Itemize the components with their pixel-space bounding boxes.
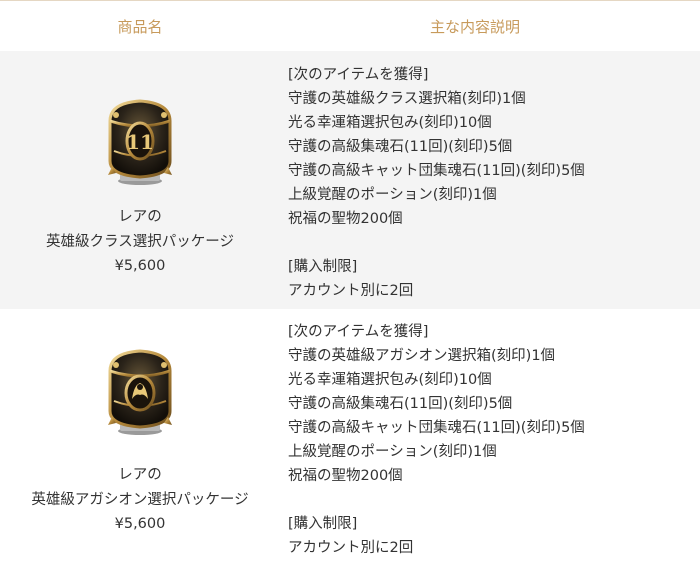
contents-heading: [次のアイテムを獲得] <box>288 324 429 340</box>
content-item: 光る幸運箱選択包み(刻印)10個 <box>288 372 492 388</box>
limit-heading: [購入制限] <box>288 259 358 275</box>
product-description-cell: [次のアイテムを獲得] 守護の英雄級クラス選択箱(刻印)1個 光る幸運箱選択包み… <box>280 51 700 309</box>
product-rarity: レアの <box>118 467 162 483</box>
content-item: 守護の英雄級アガシオン選択箱(刻印)1個 <box>288 348 556 364</box>
product-price: ¥5,600 <box>114 516 166 532</box>
table-row: レアの 英雄級アガシオン選択パッケージ ¥5,600 [次のアイテムを獲得] 守… <box>0 309 700 565</box>
svg-text:11: 11 <box>126 130 154 154</box>
product-price: ¥5,600 <box>114 258 166 274</box>
limit-heading: [購入制限] <box>288 516 358 532</box>
content-item: 祝福の聖物200個 <box>288 468 403 484</box>
contents-heading: [次のアイテムを獲得] <box>288 67 429 83</box>
content-item: 上級覚醒のポーション(刻印)1個 <box>288 187 497 203</box>
product-name-cell: レアの 英雄級アガシオン選択パッケージ ¥5,600 <box>0 309 280 565</box>
treasure-chest-agathion-emblem-icon <box>108 349 172 435</box>
content-item: 上級覚醒のポーション(刻印)1個 <box>288 444 497 460</box>
content-item: 祝福の聖物200個 <box>288 211 403 227</box>
product-name-cell: 11 レアの 英雄級クラス選択パッケージ ¥5,600 <box>0 51 280 309</box>
treasure-chest-class-emblem-icon: 11 <box>108 99 172 185</box>
product-table: 商品名 主な内容説明 11 レアの 英雄級クラス選択パッケージ ¥5,600 [… <box>0 0 700 565</box>
product-title: 英雄級クラス選択パッケージ <box>46 233 234 250</box>
content-item: 守護の高級集魂石(11回)(刻印)5個 <box>288 396 513 412</box>
content-item: 守護の高級集魂石(11回)(刻印)5個 <box>288 139 513 155</box>
table-row: 11 レアの 英雄級クラス選択パッケージ ¥5,600 [次のアイテムを獲得] … <box>0 51 700 309</box>
header-product-name: 商品名 <box>117 17 163 36</box>
product-description-cell: [次のアイテムを獲得] 守護の英雄級アガシオン選択箱(刻印)1個 光る幸運箱選択… <box>280 309 700 565</box>
limit-text: アカウント別に2回 <box>288 283 414 299</box>
product-title: 英雄級アガシオン選択パッケージ <box>31 491 249 508</box>
content-item: 守護の高級キャット団集魂石(11回)(刻印)5個 <box>288 420 585 436</box>
header-description: 主な内容説明 <box>429 17 520 36</box>
limit-text: アカウント別に2回 <box>288 540 414 556</box>
table-header: 商品名 主な内容説明 <box>0 1 700 51</box>
product-rarity: レアの <box>118 209 162 225</box>
content-item: 守護の英雄級クラス選択箱(刻印)1個 <box>288 91 526 107</box>
content-item: 光る幸運箱選択包み(刻印)10個 <box>288 115 492 131</box>
content-item: 守護の高級キャット団集魂石(11回)(刻印)5個 <box>288 163 585 179</box>
